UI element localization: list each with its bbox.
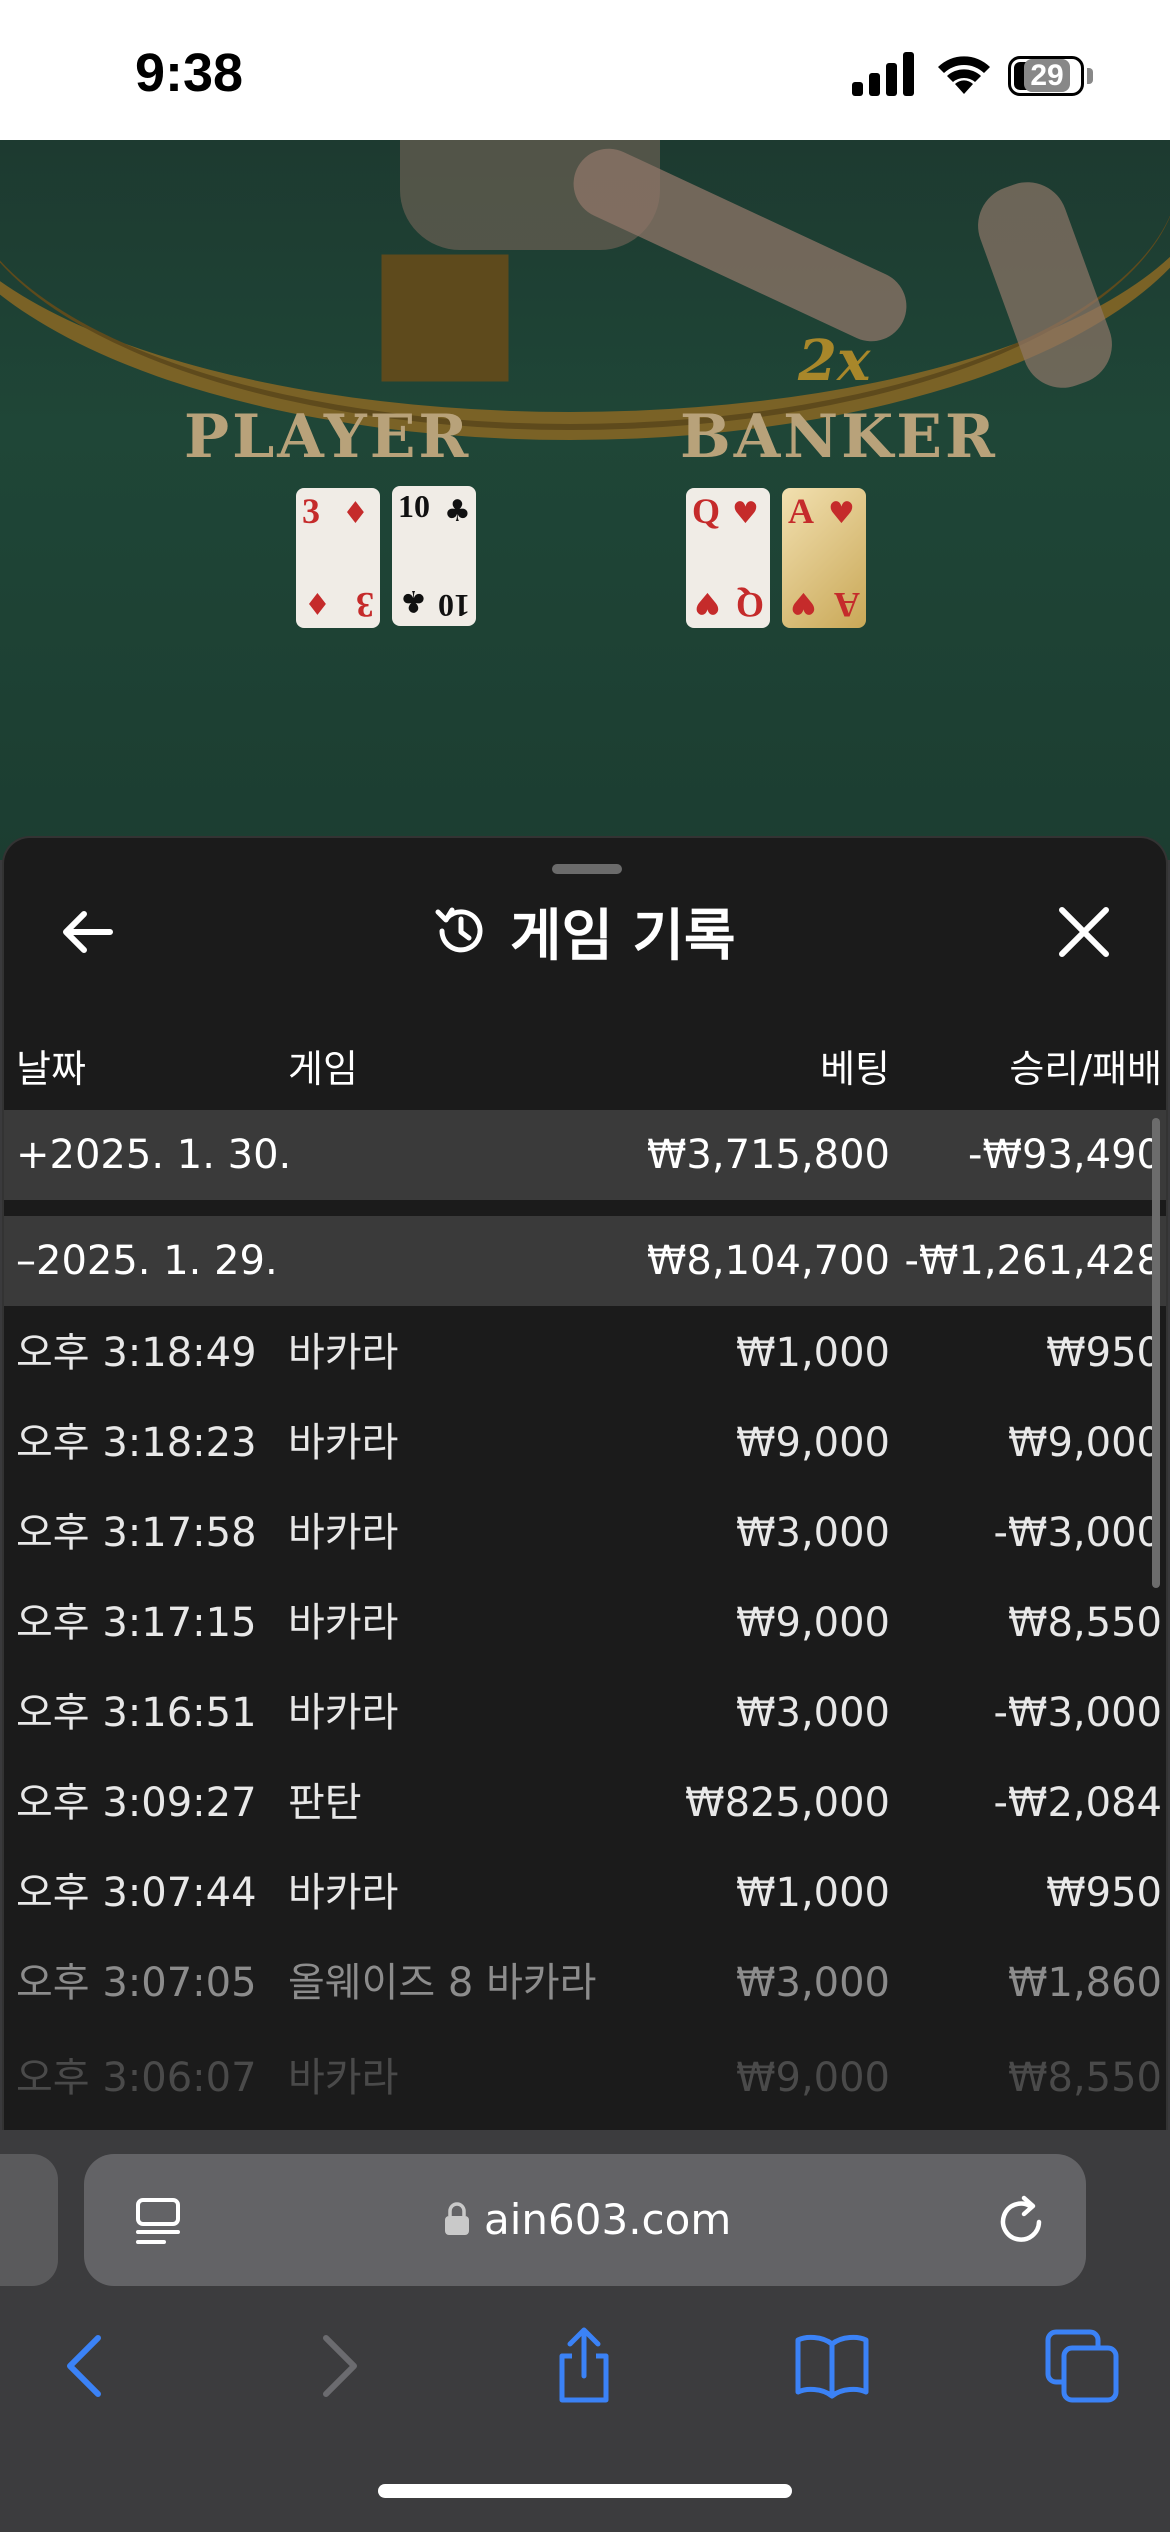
back-arrow-icon[interactable] [58,902,118,962]
row-result: -₩2,084 [993,1780,1163,1826]
sheet-title: 게임 기록 [432,896,736,969]
cellular-signal-icon [852,52,914,96]
row-bet: ₩3,000 [735,1690,890,1736]
status-time: 9:38 [135,43,244,103]
game-history-sheet: 게임 기록 날짜 게임 베팅 승리/패배 +2025. 1. 30. ₩3,71… [2,836,1168,2130]
row-game: 바카라 [288,1690,399,1736]
row-result: ₩8,550 [1007,1600,1162,1646]
player-card-10-clubs: 10 ♣ ♣ 10 [392,486,476,626]
column-game: 게임 [288,1047,358,1091]
url-text: ain603.com [484,2195,732,2244]
row-result: ₩8,550 [1007,2055,1162,2101]
row-game: 바카라 [288,1330,399,1376]
history-row[interactable]: 오후 3:17:58 바카라 ₩3,000 -₩3,000 [4,1488,1166,1578]
back-icon[interactable] [46,2326,126,2406]
history-row[interactable]: 오후 3:06:07 바카라 ₩9,000 ₩8,550 [4,2028,1166,2101]
row-result: ₩950 [1046,1870,1162,1916]
banker-label: BANKER [680,402,998,472]
tabs-icon[interactable] [1042,2326,1122,2406]
row-time: 오후 3:17:58 [16,1510,257,1556]
row-bet: ₩9,000 [735,1600,890,1646]
battery-icon: 29 [1008,56,1096,98]
date-group-result: -₩93,490 [968,1132,1162,1178]
row-game: 바카라 [288,1510,399,1556]
row-time: 오후 3:09:27 [16,1780,257,1826]
date-group-date: +2025. 1. 30. [16,1132,292,1178]
address-bar[interactable]: ain603.com [84,2154,1086,2286]
history-icon [435,907,483,953]
banker-card-a-hearts: A ♥ ♥ A [782,488,866,628]
row-result: ₩950 [1046,1330,1162,1376]
row-game: 바카라 [288,1870,399,1916]
history-row[interactable]: 오후 3:17:15 바카라 ₩9,000 ₩8,550 [4,1578,1166,1668]
row-result: -₩3,000 [993,1510,1163,1556]
multiplier-label: 2x [798,328,871,394]
row-time: 오후 3:18:49 [16,1330,257,1376]
column-bet: 베팅 [820,1047,890,1091]
battery-level: 29 [1024,59,1070,92]
date-group-result: -₩1,261,428 [904,1238,1162,1284]
sheet-grabber[interactable] [552,864,622,874]
row-time: 오후 3:17:15 [16,1600,257,1646]
page-menu-icon[interactable] [134,2196,182,2248]
history-list: 오후 3:18:49 바카라 ₩1,000 ₩950 오후 3:18:23 바카… [4,1308,1166,2101]
history-row[interactable]: 오후 3:09:27 판탄 ₩825,000 -₩2,084 [4,1758,1166,1848]
row-result: ₩9,000 [1007,1420,1162,1466]
title-text: 게임 기록 [510,903,736,969]
row-result: -₩3,000 [993,1690,1163,1736]
live-game-video[interactable]: PLAYER BANKER 2x 3 ♦ ♦ 3 10 ♣ ♣ 10 Q ♥ ♥ Q A ♥ … [0,140,1170,860]
forward-icon[interactable] [298,2326,378,2406]
date-group-row[interactable]: +2025. 1. 30. ₩3,715,800 -₩93,490 [4,1110,1166,1200]
home-indicator[interactable] [378,2484,792,2498]
previous-tab-preview[interactable] [0,2154,58,2286]
bookmarks-icon[interactable] [792,2326,872,2406]
row-time: 오후 3:07:44 [16,1870,257,1916]
row-game: 바카라 [288,1420,399,1466]
row-bet: ₩1,000 [735,1870,890,1916]
row-bet: ₩9,000 [735,2055,890,2101]
history-row[interactable]: 오후 3:18:23 바카라 ₩9,000 ₩9,000 [4,1398,1166,1488]
row-bet: ₩3,000 [735,1510,890,1556]
wifi-icon [938,56,990,94]
row-bet: ₩1,000 [735,1330,890,1376]
player-label: PLAYER [184,402,472,472]
scrollbar[interactable] [1152,1118,1160,1588]
row-bet: ₩3,000 [735,1960,890,2006]
history-row[interactable]: 오후 3:07:44 바카라 ₩1,000 ₩950 [4,1848,1166,1938]
banker-card-q-hearts: Q ♥ ♥ Q [686,488,770,628]
column-result: 승리/패배 [1009,1047,1162,1091]
date-group-row[interactable]: –2025. 1. 29. ₩8,104,700 -₩1,261,428 [4,1216,1166,1306]
row-game: 바카라 [288,2055,399,2101]
row-game: 바카라 [288,1600,399,1646]
row-time: 오후 3:06:07 [16,2055,257,2101]
history-row[interactable]: 오후 3:18:49 바카라 ₩1,000 ₩950 [4,1308,1166,1398]
reload-icon[interactable] [994,2194,1048,2248]
date-group-bet: ₩3,715,800 [646,1132,890,1178]
row-time: 오후 3:07:05 [16,1960,257,2006]
share-icon[interactable] [544,2326,624,2406]
row-bet: ₩9,000 [735,1420,890,1466]
row-result: ₩1,860 [1007,1960,1162,2006]
close-icon[interactable] [1056,904,1112,960]
history-row[interactable]: 오후 3:07:05 올웨이즈 8 바카라 ₩3,000 ₩1,860 [4,1938,1166,2028]
status-bar: 9:38 29 [0,0,1170,140]
column-headers: 날짜 게임 베팅 승리/패배 [4,1038,1166,1098]
browser-toolbar: ain603.com [0,2130,1170,2532]
row-time: 오후 3:16:51 [16,1690,257,1736]
row-game: 판탄 [288,1780,362,1826]
row-bet: ₩825,000 [685,1780,890,1826]
date-group-bet: ₩8,104,700 [646,1238,890,1284]
row-game: 올웨이즈 8 바카라 [288,1960,597,2006]
date-group-date: –2025. 1. 29. [16,1238,278,1284]
history-row[interactable]: 오후 3:16:51 바카라 ₩3,000 -₩3,000 [4,1668,1166,1758]
player-card-3-diamonds: 3 ♦ ♦ 3 [296,488,380,628]
lock-icon [445,2202,469,2235]
row-time: 오후 3:18:23 [16,1420,257,1466]
column-date: 날짜 [16,1047,86,1091]
